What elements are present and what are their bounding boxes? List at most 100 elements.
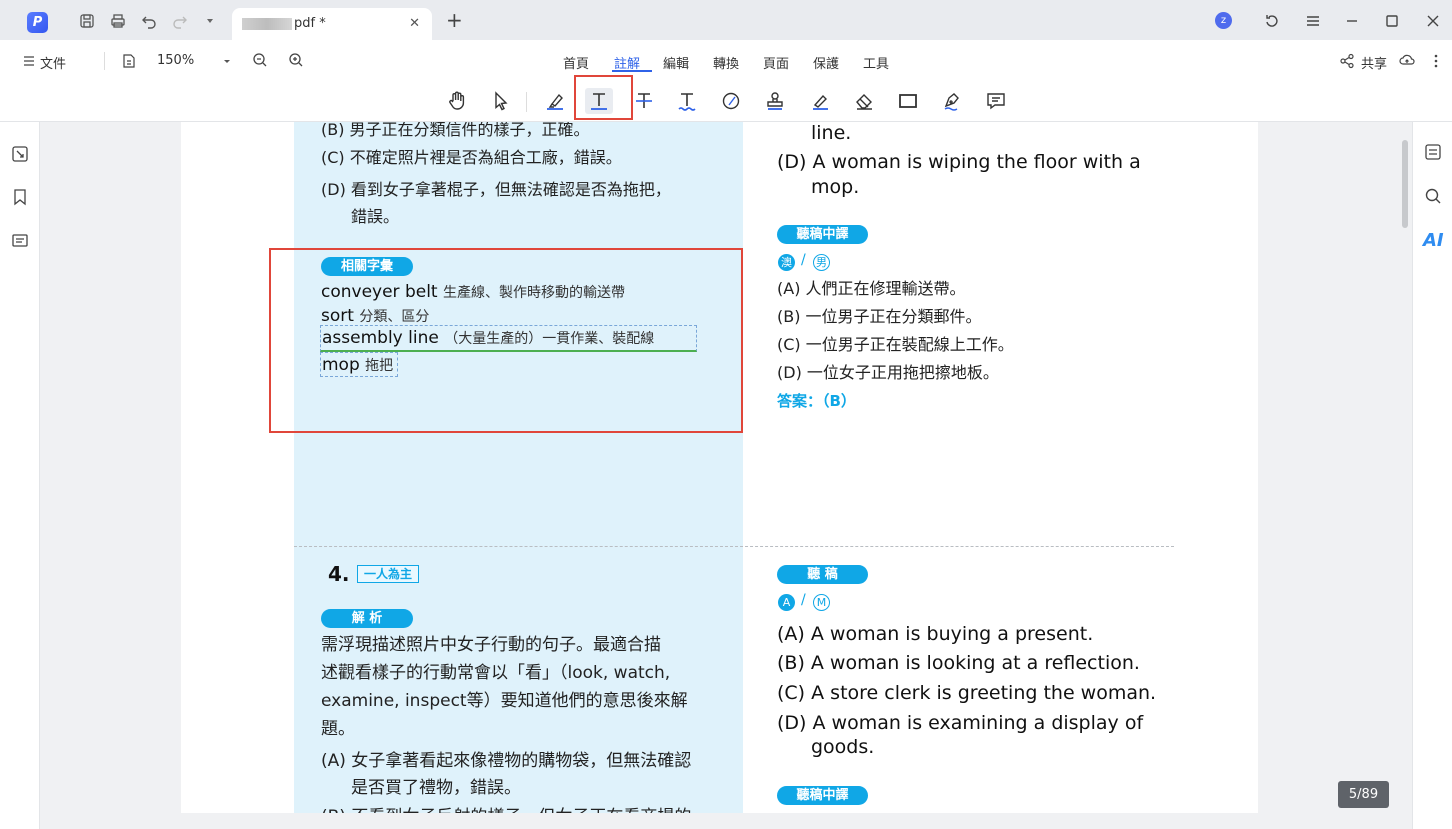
zoom-dropdown-icon[interactable] [218,52,236,70]
translation-c: (C) 一位男子正在裝配線上工作。 [777,335,1014,354]
page-counter[interactable]: 5/89 [1338,781,1389,808]
separator: / [801,252,806,268]
app-logo[interactable]: P [27,12,48,33]
script-d-cont: goods. [811,736,875,758]
eraser-icon[interactable] [850,88,878,114]
tab-edit[interactable]: 編輯 [663,53,689,72]
new-tab-button[interactable]: + [446,10,463,30]
pen-icon[interactable] [806,88,834,114]
option-d-text-cont: 錯誤。 [351,207,400,226]
share-button[interactable]: 共享 [1361,53,1387,72]
option-b-analysis: (B) 不看到女子反射的樣子，但女子正在看商場的 [321,803,691,813]
analysis-line: 需浮現描述照片中女子行動的句子。最適合描 [321,635,661,655]
undo-icon[interactable] [140,12,158,30]
divider [104,52,105,70]
annotation-toolbar [0,80,1452,122]
tab-convert[interactable]: 轉換 [713,53,739,72]
menu-bar: 文件 150% 首頁 註解 編輯 轉換 頁面 保護 工具 共享 [0,40,1452,80]
hand-tool-icon[interactable] [443,88,471,114]
quick-access-dropdown-icon[interactable] [201,12,219,30]
redo-icon[interactable] [171,12,189,30]
rectangle-icon[interactable] [894,88,922,114]
option-c-text: (C) 不確定照片裡是否為組合工廠，錯誤。 [321,148,622,167]
translation-a: (A) 人們正在修理輸送帶。 [777,279,966,298]
pdf-page: (B) 男子正在分類信件的樣子，正確。 (C) 不確定照片裡是否為組合工廠，錯誤… [181,122,1258,813]
pdf-editor-window: P pdf * ✕ + z 文件 150% 首頁 註解 編輯 轉換 頁面 保護 … [0,0,1452,829]
search-icon[interactable] [1423,186,1443,206]
tab-home[interactable]: 首頁 [563,53,589,72]
option-d-text: (D) 看到女子拿著棍子，但無法確認是否為拖把， [321,180,671,199]
divider [526,92,527,112]
translation-b: (B) 一位男子正在分類郵件。 [777,307,982,326]
speaker-badge: 男 [813,254,830,271]
option-d-en: (D) A woman is wiping the floor with a [777,151,1141,173]
active-tab-indicator [612,70,652,72]
option-a-analysis: (A) 女子拿著看起來像禮物的購物袋，但無法確認 [321,751,692,771]
zoom-in-icon[interactable] [287,51,305,69]
strikethrough-icon[interactable] [630,88,658,114]
script-c: (C) A store clerk is greeting the woman. [777,682,1157,704]
title-bar: P pdf * ✕ + z [0,0,1452,40]
speaker-badge: A [778,594,795,611]
thumbnail-icon[interactable] [10,144,30,164]
avatar[interactable]: z [1215,12,1232,29]
option-c-tail: line. [811,122,852,144]
signature-icon[interactable] [938,88,966,114]
tab-title: pdf * [294,16,326,31]
file-menu[interactable]: 文件 [40,53,66,72]
update-icon[interactable] [1263,12,1281,30]
share-icon[interactable] [1338,52,1356,70]
comments-panel-icon[interactable] [10,231,30,251]
separator: / [801,592,806,608]
analysis-line: examine, inspect等）要知道他們的意思後來解 [321,691,688,711]
right-sidebar: AI [1412,122,1452,829]
page-view-icon[interactable] [120,52,138,70]
question-divider [294,546,1174,547]
menu-icon[interactable] [1304,12,1322,30]
cloud-upload-icon[interactable] [1398,51,1416,69]
bookmark-icon[interactable] [10,187,30,207]
left-sidebar [0,122,40,829]
stamp-icon[interactable] [761,88,789,114]
translation-label: 聽稿中譯 [777,786,868,805]
highlight-icon[interactable] [541,88,569,114]
highlight-frame [269,248,743,433]
maximize-icon[interactable] [1383,12,1401,30]
tab-page[interactable]: 頁面 [763,53,789,72]
close-window-icon[interactable] [1424,12,1442,30]
option-a-analysis-cont: 是否買了禮物，錯誤。 [351,778,521,798]
document-tab[interactable]: pdf * ✕ [232,8,432,40]
speaker-badge: M [813,594,830,611]
script-d: (D) A woman is examining a display of [777,712,1144,734]
tab-tools[interactable]: 工具 [863,53,889,72]
underline-icon[interactable] [673,88,701,114]
analysis-label: 解 析 [321,609,413,628]
question-tag: 一人為主 [357,565,420,583]
redacted-filename [242,18,292,30]
analysis-line: 題。 [321,719,355,739]
speaker-badge: 澳 [778,254,795,271]
zoom-out-icon[interactable] [251,51,269,69]
analysis-line: 述觀看樣子的行動常會以「看」（look, watch, [321,663,671,683]
minimize-icon[interactable] [1343,12,1361,30]
comment-icon[interactable] [982,88,1010,114]
tab-close-icon[interactable]: ✕ [409,16,420,31]
properties-icon[interactable] [1423,142,1443,162]
scrollbar[interactable] [1402,140,1408,228]
hamburger-icon[interactable] [20,52,38,70]
answer-text: 答案：（B） [777,392,856,410]
script-a: (A) A woman is buying a present. [777,623,1094,645]
select-cursor-icon[interactable] [487,88,515,114]
script-b: (B) A woman is looking at a reflection. [777,652,1140,674]
translation-label: 聽稿中譯 [777,225,868,244]
translation-d: (D) 一位女子正用拖把擦地板。 [777,363,999,382]
save-icon[interactable] [78,12,96,30]
tab-protect[interactable]: 保護 [813,53,839,72]
shape-icon[interactable] [717,88,745,114]
option-d-en-cont: mop. [811,176,860,198]
more-options-icon[interactable] [1427,52,1445,70]
ai-assistant-icon[interactable]: AI [1423,230,1444,251]
option-b-text: (B) 男子正在分類信件的樣子，正確。 [321,122,590,139]
zoom-level[interactable]: 150% [157,53,194,68]
print-icon[interactable] [109,12,127,30]
